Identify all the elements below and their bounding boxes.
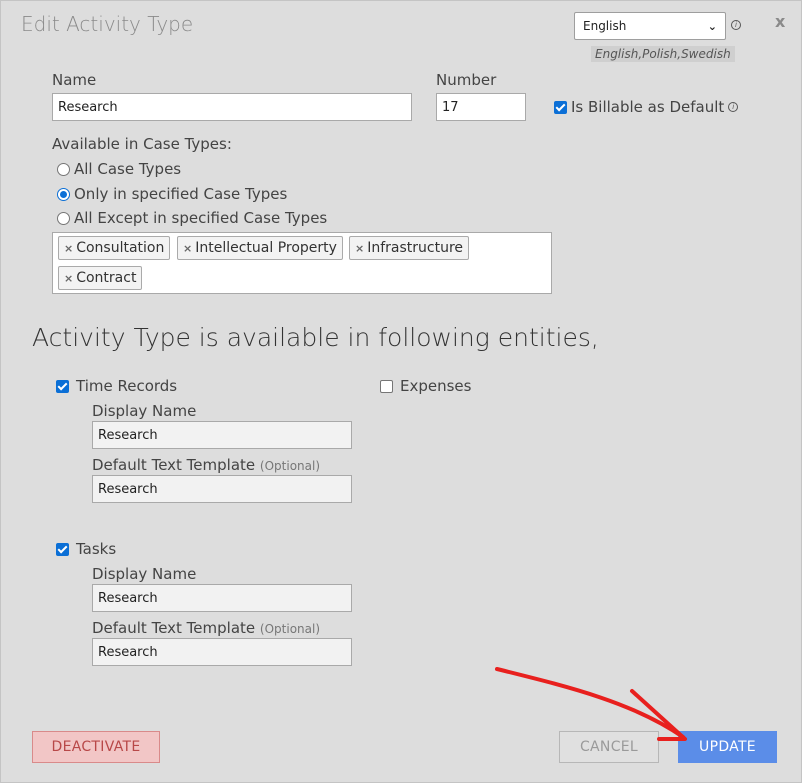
case-type-tag-label: Contract [76,270,137,286]
case-type-radio-specified[interactable] [57,187,70,201]
expenses-checkbox[interactable] [380,379,393,393]
remove-tag-icon[interactable]: × [64,242,73,255]
remove-tag-icon[interactable]: × [183,242,192,255]
case-type-option-except[interactable]: All Except in specified Case Types [57,209,327,227]
language-select[interactable]: English ⌄ [574,12,726,40]
name-input[interactable]: Research [52,93,412,121]
time-records-row: Time Records [56,377,177,395]
update-button[interactable]: UPDATE [678,731,777,763]
case-type-tag-label: Infrastructure [367,240,464,256]
time-records-display-name-label: Display Name [92,402,197,420]
tasks-display-name-label: Display Name [92,565,197,583]
time-records-template-value: Research [98,481,158,497]
case-type-option-label: All Except in specified Case Types [74,209,328,227]
billable-default-label: Is Billable as Default [571,98,725,116]
case-types-label: Available in Case Types: [52,135,232,153]
optional-hint: (Optional) [259,459,321,473]
optional-hint: (Optional) [259,622,321,636]
case-type-option-specified[interactable]: Only in specified Case Types [57,185,287,203]
tasks-display-name-value: Research [98,590,158,606]
tasks-label: Tasks [76,540,117,558]
tasks-display-name-input[interactable]: Research [92,584,352,612]
edit-activity-type-dialog: Edit Activity Type English ⌄ i x English… [0,0,802,783]
case-type-tag: × Contract [58,266,143,290]
close-button[interactable]: x [775,12,785,31]
tasks-checkbox[interactable] [56,542,69,556]
case-type-radio-except[interactable] [57,211,70,225]
billable-info-icon[interactable]: i [728,102,739,112]
case-type-tag: × Consultation [58,236,171,260]
name-label: Name [52,71,97,89]
case-type-radio-all[interactable] [57,162,70,176]
case-type-option-label: Only in specified Case Types [74,185,288,203]
tasks-row: Tasks [56,540,116,558]
template-label-text: Default Text Template [92,619,256,637]
tasks-template-input[interactable]: Research [92,638,352,666]
time-records-display-name-value: Research [98,427,158,443]
language-select-value: English [583,19,627,33]
case-type-option-label: All Case Types [74,160,182,178]
remove-tag-icon[interactable]: × [355,242,364,255]
expenses-row: Expenses [380,377,471,395]
available-languages-hint: English,Polish,Swedish [591,46,735,62]
time-records-label: Time Records [76,377,178,395]
template-label-text: Default Text Template [92,456,256,474]
billable-default-row: Is Billable as Default i [554,98,739,116]
tasks-template-label: Default Text Template (Optional) [92,619,320,637]
annotation-arrow-shaft [495,667,685,739]
expenses-label: Expenses [400,377,472,395]
time-records-template-label: Default Text Template (Optional) [92,456,320,474]
case-type-tag: × Infrastructure [349,236,470,260]
chevron-down-icon: ⌄ [707,19,717,33]
case-type-tag-label: Consultation [76,240,165,256]
case-type-tag: × Intellectual Property [177,236,343,260]
case-type-option-all[interactable]: All Case Types [57,160,181,178]
time-records-display-name-input[interactable]: Research [92,421,352,449]
number-input[interactable]: 17 [436,93,526,121]
tasks-template-value: Research [98,644,158,660]
name-input-value: Research [58,99,118,115]
dialog-title: Edit Activity Type [21,12,194,36]
language-info-icon[interactable]: i [731,20,741,30]
number-label: Number [436,71,497,89]
entities-heading: Activity Type is available in following … [32,323,599,352]
time-records-checkbox[interactable] [56,379,69,393]
number-input-value: 17 [442,99,459,115]
cancel-button[interactable]: CANCEL [559,731,659,763]
remove-tag-icon[interactable]: × [64,272,73,285]
case-type-tag-label: Intellectual Property [195,240,337,256]
time-records-template-input[interactable]: Research [92,475,352,503]
billable-default-checkbox[interactable] [554,100,567,114]
case-types-tag-input[interactable]: × Consultation × Intellectual Property ×… [52,232,552,294]
deactivate-button[interactable]: DEACTIVATE [32,731,160,763]
